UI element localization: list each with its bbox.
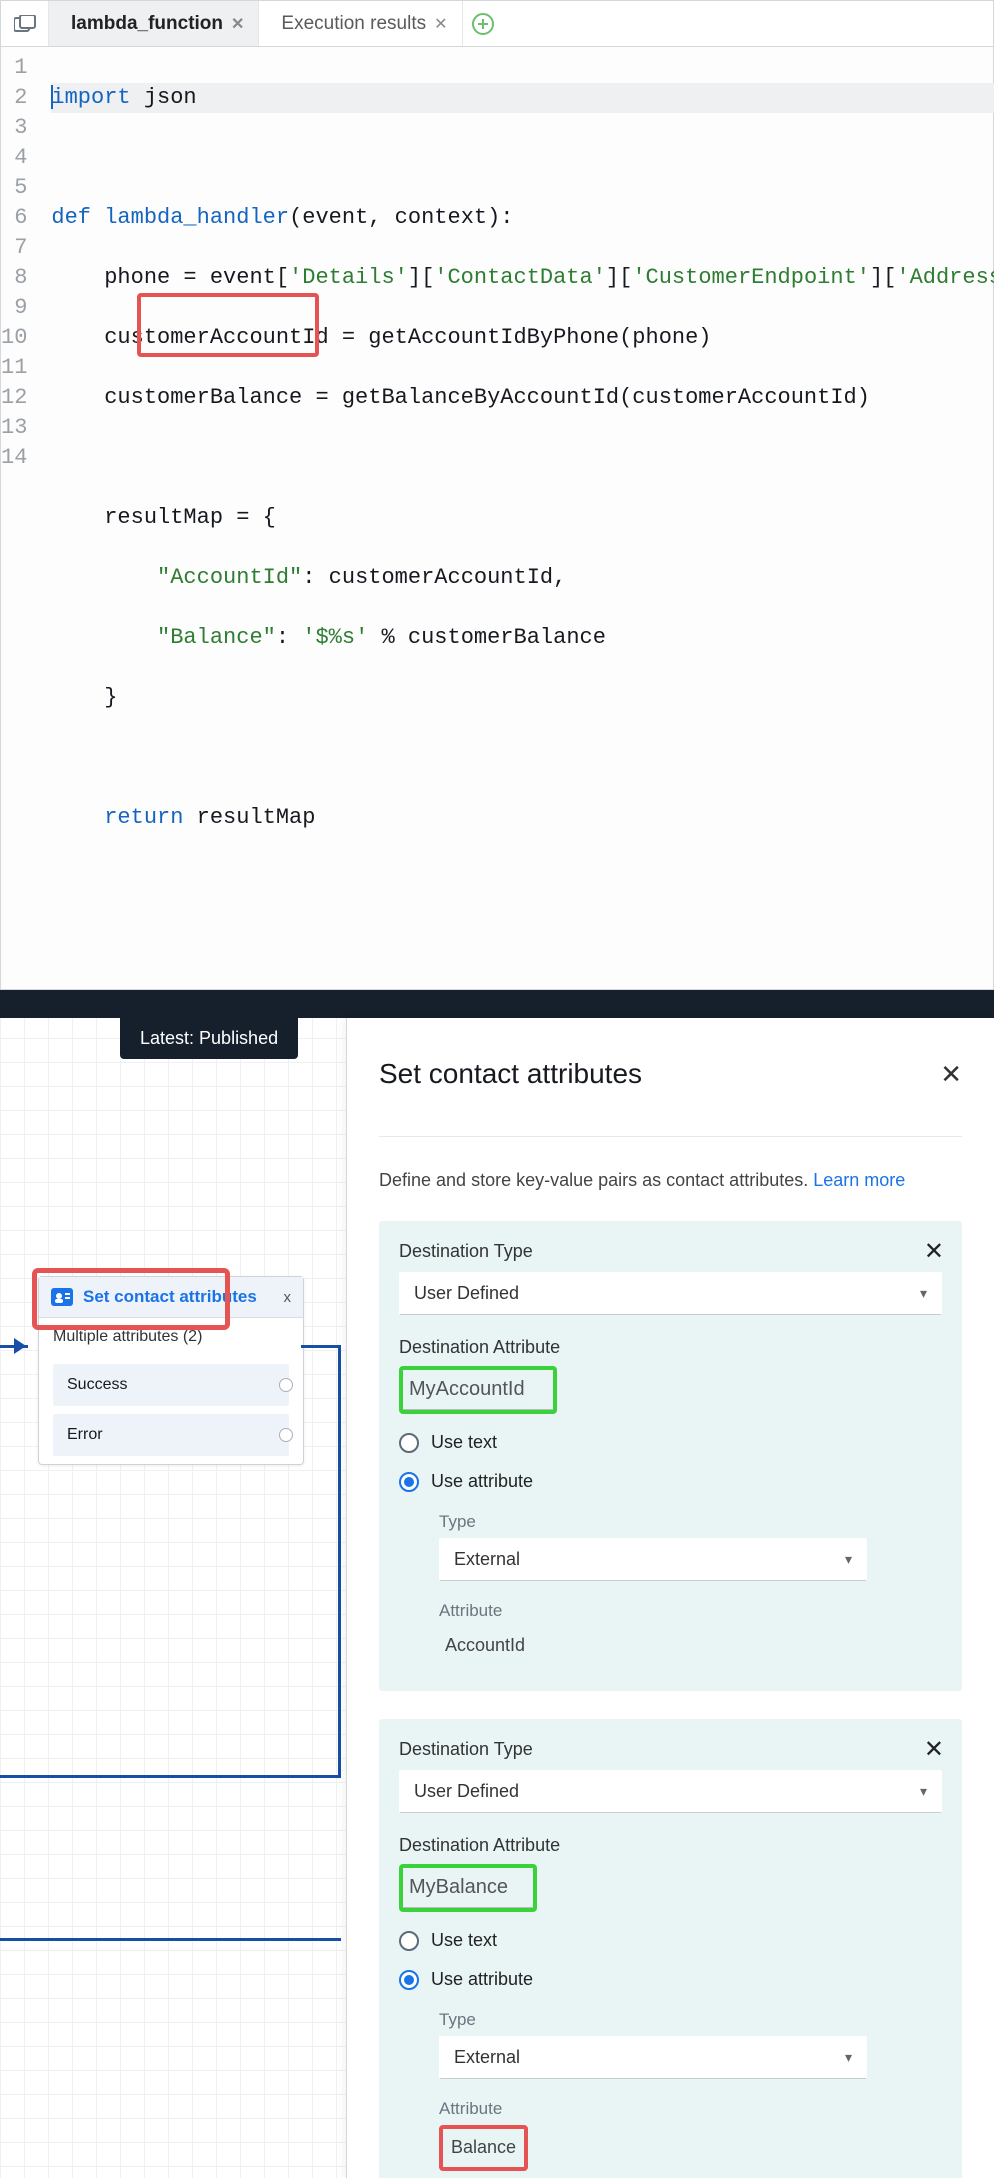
attribute-type-select[interactable]: External ▾: [439, 1538, 867, 1581]
close-icon[interactable]: ✕: [231, 14, 244, 34]
attribute-label: Attribute: [439, 1601, 942, 1621]
editor-tabbar: lambda_function ✕ Execution results ✕: [1, 1, 993, 47]
panel-title: Set contact attributes: [379, 1058, 642, 1090]
publish-status-pill: Latest: Published: [120, 1018, 298, 1059]
highlight-box-green: [399, 1864, 537, 1912]
attribute-type-select[interactable]: External ▾: [439, 2036, 867, 2079]
node-subtitle: Multiple attributes (2): [39, 1318, 303, 1356]
highlight-box-green: [399, 1366, 557, 1414]
flow-connector: [338, 1345, 341, 1775]
flow-connector: [0, 1775, 341, 1778]
close-icon[interactable]: ✕: [924, 1237, 944, 1266]
attribute-block-2: ✕ Destination Type User Defined ▾ Destin…: [379, 1719, 962, 2178]
attribute-block-1: ✕ Destination Type User Defined ▾ Destin…: [379, 1221, 962, 1691]
tab-lambda-function[interactable]: lambda_function ✕: [49, 1, 259, 46]
toolbar-dark: [0, 990, 994, 1018]
line-gutter: 1234567891011121314: [1, 47, 43, 989]
attribute-label: Attribute: [439, 2099, 942, 2119]
destination-type-label: Destination Type: [399, 1241, 942, 1262]
tab-execution-results[interactable]: Execution results ✕: [259, 1, 462, 46]
radio-icon: [399, 1433, 419, 1453]
attribute-value-input[interactable]: Balance: [445, 2129, 522, 2167]
learn-more-link[interactable]: Learn more: [813, 1170, 905, 1190]
chevron-down-icon: ▾: [845, 1551, 852, 1568]
radio-icon: [399, 1931, 419, 1951]
panel-help-text: Define and store key-value pairs as cont…: [379, 1136, 962, 1193]
highlight-box-red: Balance: [439, 2125, 528, 2171]
destination-type-select[interactable]: User Defined ▾: [399, 1770, 942, 1813]
destination-attribute-label: Destination Attribute: [399, 1835, 942, 1856]
node-title: Set contact attributes: [83, 1287, 257, 1307]
side-panel-set-contact-attributes: Set contact attributes ✕ Define and stor…: [346, 1018, 994, 2178]
contact-icon: [51, 1288, 73, 1306]
type-label: Type: [439, 1512, 942, 1532]
add-tab-button[interactable]: [463, 13, 503, 35]
flow-node-set-contact-attributes[interactable]: Set contact attributes x Multiple attrib…: [38, 1276, 304, 1465]
node-output-error[interactable]: Error: [53, 1414, 289, 1456]
tab-label: lambda_function: [71, 13, 223, 35]
flow-connector: [301, 1345, 341, 1348]
tab-label: Execution results: [281, 13, 426, 35]
destination-attribute-input[interactable]: [403, 1370, 553, 1410]
environment-icon[interactable]: [1, 1, 49, 46]
chevron-down-icon: ▾: [845, 2049, 852, 2066]
code-body[interactable]: import json def lambda_handler(event, co…: [43, 47, 994, 989]
close-icon[interactable]: x: [284, 1289, 292, 1306]
attribute-value-input[interactable]: AccountId: [439, 1627, 942, 1665]
close-icon[interactable]: ✕: [434, 14, 447, 34]
chevron-down-icon: ▾: [920, 1783, 927, 1800]
destination-type-label: Destination Type: [399, 1739, 942, 1760]
code-area[interactable]: 1234567891011121314 import json def lamb…: [1, 47, 993, 989]
flow-canvas-area: Latest: Published Set contact attributes…: [0, 1018, 994, 2178]
radio-use-attribute[interactable]: Use attribute: [399, 1471, 942, 1492]
chevron-down-icon: ▾: [920, 1285, 927, 1302]
destination-type-select[interactable]: User Defined ▾: [399, 1272, 942, 1315]
radio-use-attribute[interactable]: Use attribute: [399, 1969, 942, 1990]
radio-use-text[interactable]: Use text: [399, 1930, 942, 1951]
destination-attribute-label: Destination Attribute: [399, 1337, 942, 1358]
destination-attribute-input[interactable]: [403, 1868, 533, 1908]
connector-dot[interactable]: [279, 1378, 293, 1392]
radio-use-text[interactable]: Use text: [399, 1432, 942, 1453]
radio-icon: [399, 1970, 419, 1990]
connector-dot[interactable]: [279, 1428, 293, 1442]
node-output-success[interactable]: Success: [53, 1364, 289, 1406]
flow-connector: [0, 1938, 341, 1941]
node-header[interactable]: Set contact attributes x: [39, 1277, 303, 1318]
close-icon[interactable]: ✕: [924, 1735, 944, 1764]
code-editor-pane: lambda_function ✕ Execution results ✕ 12…: [0, 0, 994, 990]
close-icon[interactable]: ✕: [940, 1059, 962, 1090]
type-label: Type: [439, 2010, 942, 2030]
radio-icon: [399, 1472, 419, 1492]
flow-arrow-icon: [14, 1338, 26, 1354]
